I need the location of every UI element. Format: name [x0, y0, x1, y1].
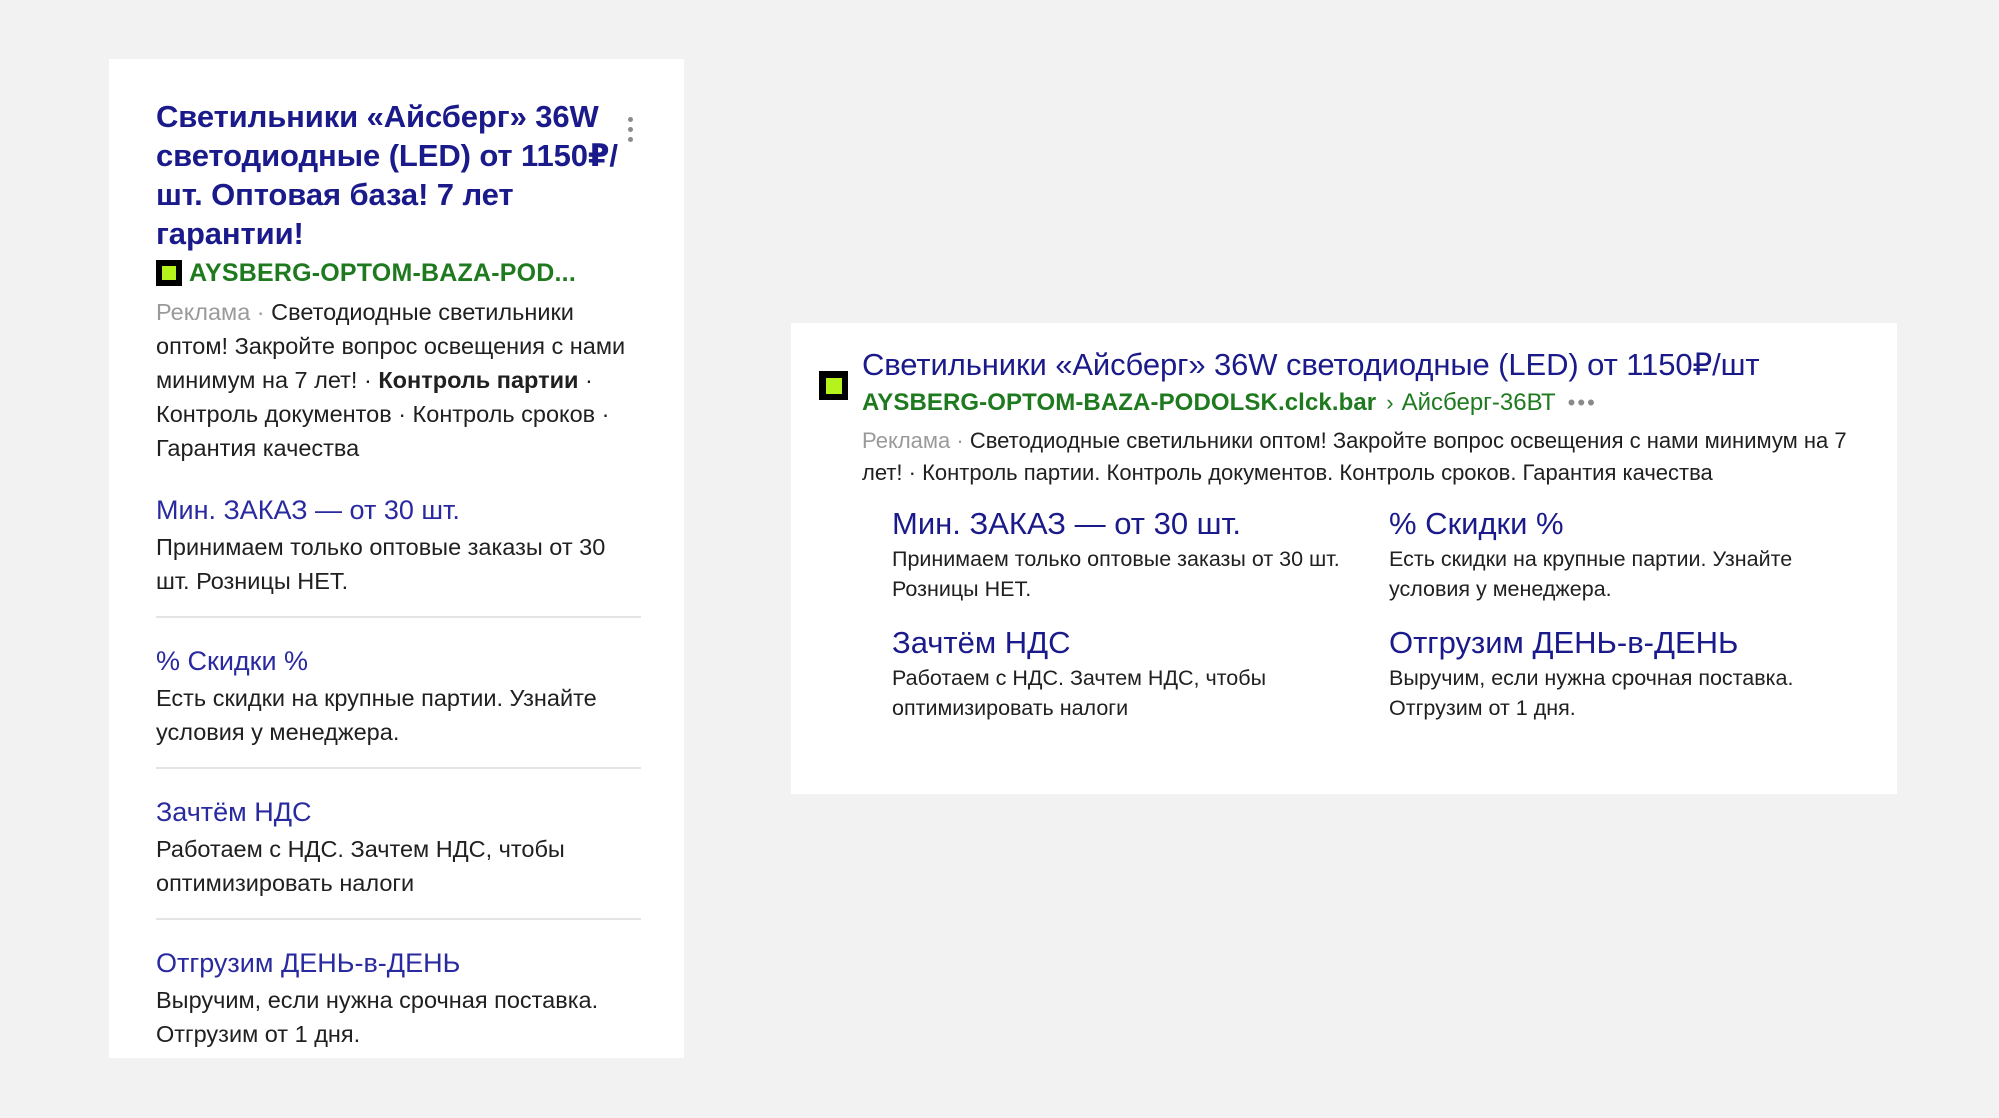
sitelink-title-vat[interactable]: Зачтём НДС — [892, 624, 1071, 662]
ad-description: Реклама · Светодиодные светильники оптом… — [156, 295, 634, 465]
sitelink: % Скидки % Есть скидки на крупные партии… — [156, 618, 641, 769]
sitelink: % Скидки % Есть скидки на крупные партии… — [1389, 505, 1859, 604]
sitelink: Мин. ЗАКАЗ — от 30 шт. Принимаем только … — [892, 505, 1389, 604]
separator: · — [250, 299, 272, 325]
sitelink: Мин. ЗАКАЗ — от 30 шт. Принимаем только … — [156, 465, 641, 618]
sitelink-desc: Работаем с НДС. Зачтем НДС, чтобы оптими… — [156, 836, 565, 896]
favicon-icon — [156, 260, 182, 286]
more-options-icon[interactable] — [618, 107, 642, 151]
sitelink-desc: Выручим, если нужна срочная поставка. От… — [1389, 666, 1794, 720]
sitelink-desc: Принимаем только оптовые заказы от 30 шт… — [156, 534, 606, 594]
desktop-ad-card: Светильники «Айсберг» 36W светодиодные (… — [791, 323, 1897, 794]
breadcrumb-chevron-icon: › — [1386, 390, 1394, 415]
sitelink: Отгрузим ДЕНЬ-в-ДЕНЬ Выручим, если нужна… — [1389, 624, 1859, 723]
separator: · — [950, 428, 970, 453]
sitelink-title-same-day[interactable]: Отгрузим ДЕНЬ-в-ДЕНЬ — [1389, 624, 1738, 662]
ad-description-bold: Контроль партии — [378, 367, 579, 393]
ad-title-link[interactable]: Светильники «Айсберг» 36W светодиодные (… — [862, 327, 1760, 382]
sitelink-title-vat[interactable]: Зачтём НДС — [156, 795, 312, 829]
sitelink-title-min-order[interactable]: Мин. ЗАКАЗ — от 30 шт. — [156, 493, 460, 527]
ad-header: Светильники «Айсберг» 36W светодиодные (… — [819, 345, 1867, 723]
sitelink-title-min-order[interactable]: Мин. ЗАКАЗ — от 30 шт. — [892, 505, 1241, 543]
ad-main: Светильники «Айсберг» 36W светодиодные (… — [862, 345, 1872, 723]
sitelink-desc: Принимаем только оптовые заказы от 30 шт… — [892, 547, 1340, 601]
mobile-ad-card: Светильники «Айсберг» 36W светодиодные (… — [109, 59, 684, 1058]
sitelink-title-discounts[interactable]: % Скидки % — [156, 644, 308, 678]
ad-label: Реклама — [862, 428, 951, 453]
sitelink-title-discounts[interactable]: % Скидки % — [1389, 505, 1564, 543]
separator: · — [357, 367, 379, 393]
more-options-icon[interactable]: ••• — [1568, 390, 1597, 416]
sitelink-desc: Выручим, если нужна срочная поставка. От… — [156, 987, 599, 1047]
sitelink-desc: Работаем с НДС. Зачтем НДС, чтобы оптими… — [892, 666, 1267, 720]
favicon-icon — [819, 371, 848, 400]
ad-description: Реклама · Светодиодные светильники оптом… — [862, 425, 1872, 488]
sitelink: Отгрузим ДЕНЬ-в-ДЕНЬ Выручим, если нужна… — [156, 920, 641, 1069]
ad-url-link[interactable]: AYSBERG-OPTOM-BAZA-PODOLSK.clck.bar — [862, 389, 1376, 417]
ad-description-text: Светодиодные светильники оптом! Закройте… — [862, 428, 1847, 485]
ad-url-row: AYSBERG-OPTOM-BAZA-POD... — [156, 257, 644, 289]
sitelink-title-same-day[interactable]: Отгрузим ДЕНЬ-в-ДЕНЬ — [156, 946, 460, 980]
sitelink-desc: Есть скидки на крупные партии. Узнайте у… — [1389, 547, 1793, 601]
sitelink: Зачтём НДС Работаем с НДС. Зачтем НДС, ч… — [892, 624, 1389, 723]
sitelinks-grid: Мин. ЗАКАЗ — от 30 шт. Принимаем только … — [892, 505, 1872, 723]
ad-title-link[interactable]: Светильники «Айсберг» 36W светодиодные (… — [156, 99, 618, 251]
ad-url-link[interactable]: AYSBERG-OPTOM-BAZA-POD... — [189, 259, 607, 288]
sitelink: Зачтём НДС Работаем с НДС. Зачтем НДС, ч… — [156, 769, 641, 920]
ad-url-row: AYSBERG-OPTOM-BAZA-PODOLSK.clck.bar › Ай… — [862, 387, 1872, 419]
breadcrumb-link[interactable]: Айсберг-36ВТ — [1402, 389, 1556, 417]
sitelink-desc: Есть скидки на крупные партии. Узнайте у… — [156, 685, 597, 745]
ad-label: Реклама — [156, 299, 251, 325]
